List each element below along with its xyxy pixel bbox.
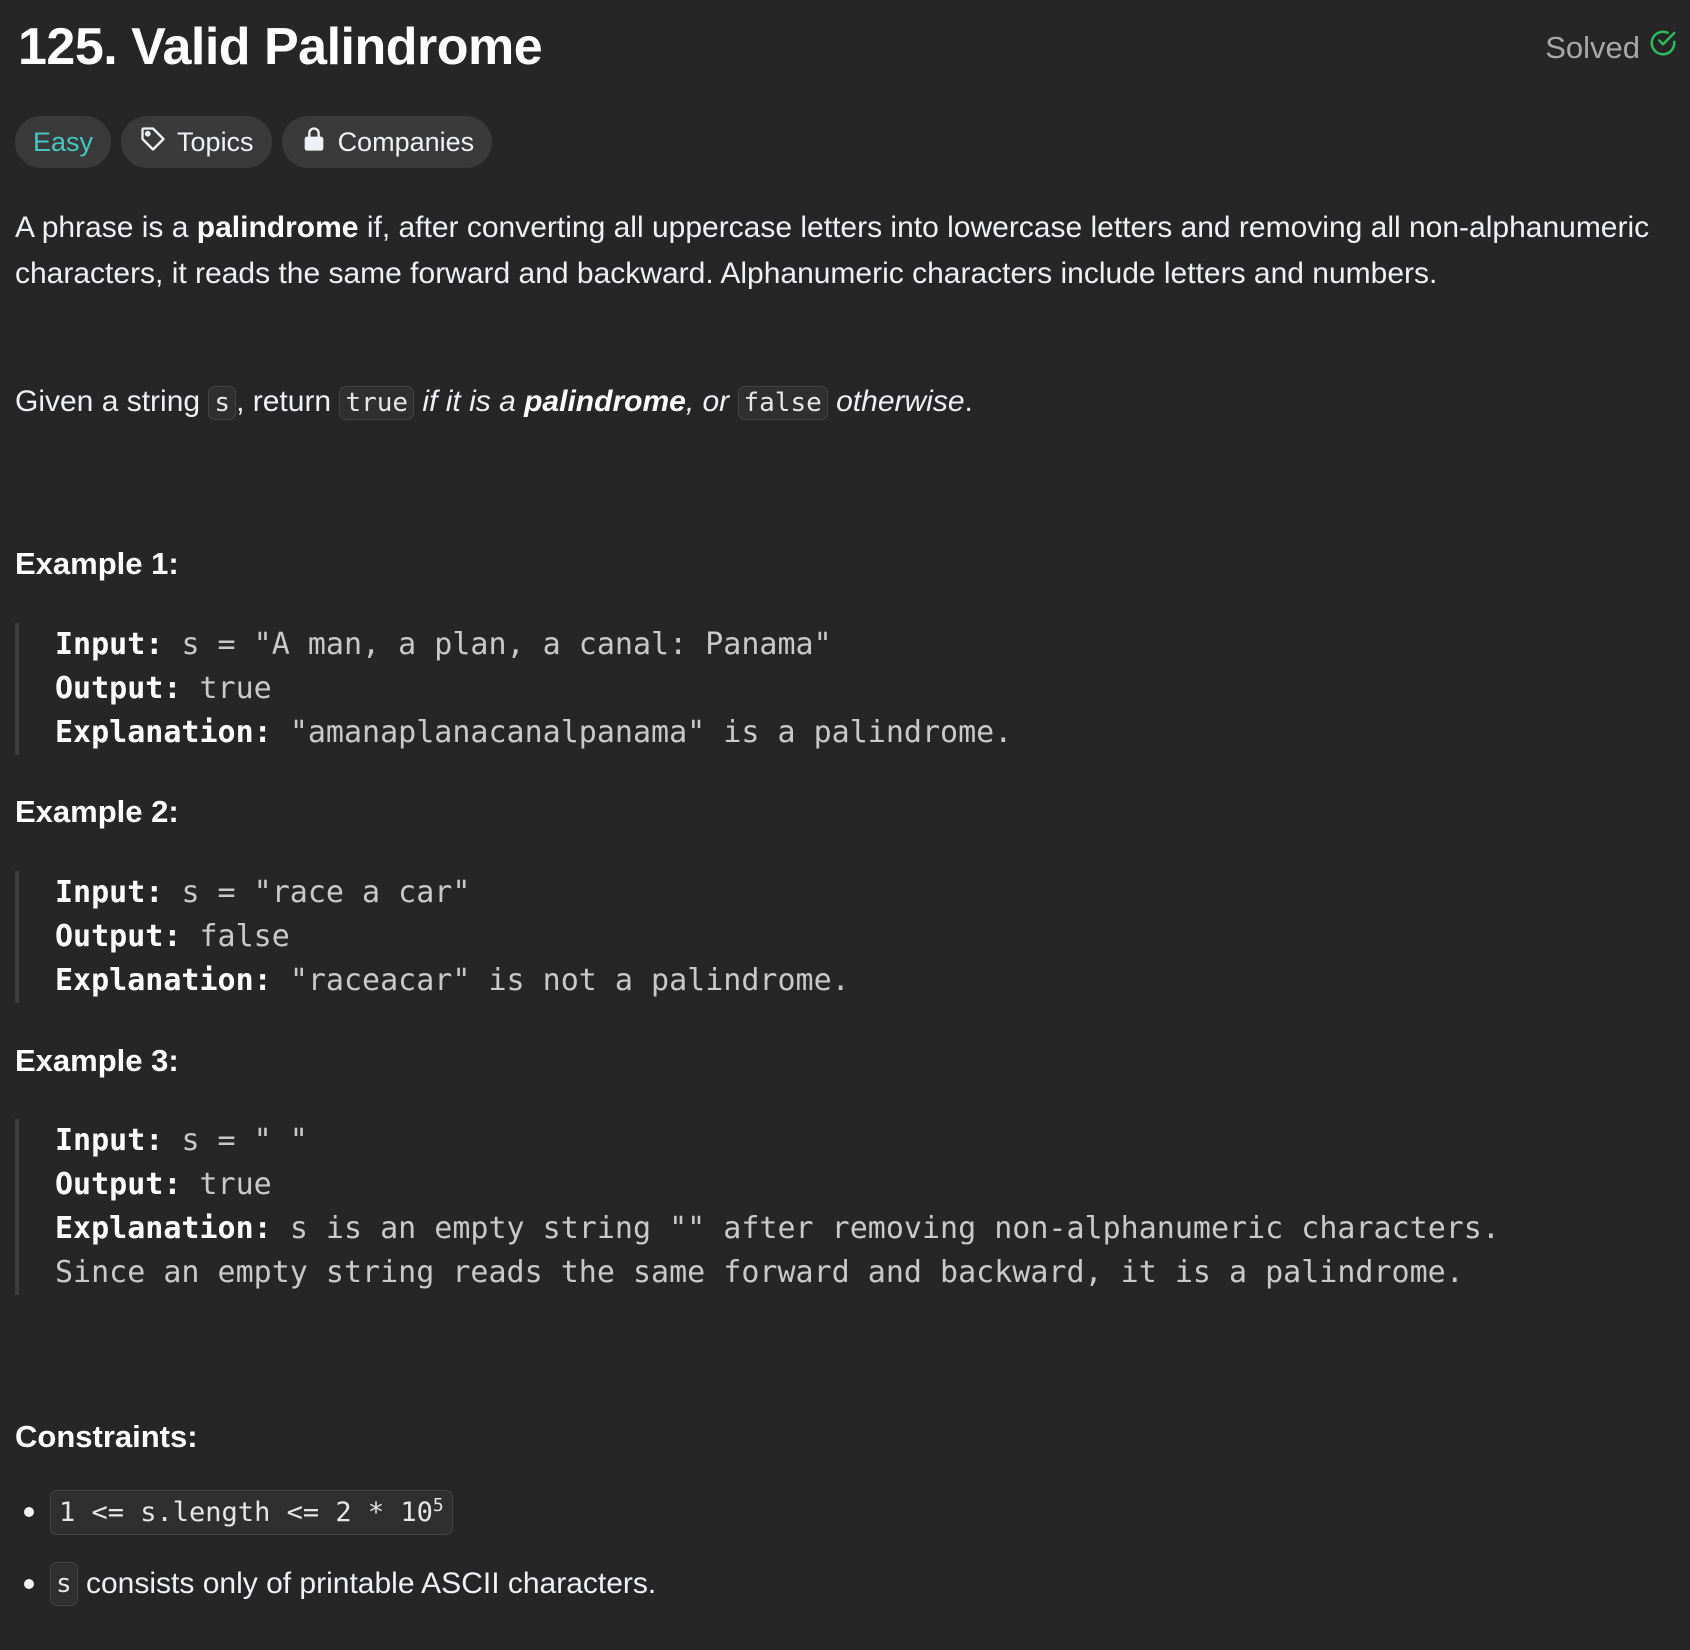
input-value: s = "race a car" — [181, 875, 471, 910]
input-value: s = " " — [181, 1123, 308, 1158]
problem-title: 125. Valid Palindrome — [18, 18, 543, 76]
explanation-value: s is an empty string "" after removing n… — [289, 1211, 1500, 1246]
lock-icon — [300, 125, 328, 160]
problem-description-panel: 125. Valid Palindrome Solved Easy Topics — [0, 0, 1690, 1650]
check-circle-icon — [1648, 28, 1678, 68]
task-italic: if it is a — [414, 385, 525, 418]
constraints-heading: Constraints: — [15, 1419, 198, 1454]
constraint-code: 1 <= s.length <= 2 * 10 — [59, 1496, 433, 1528]
input-label: Input: — [55, 1123, 164, 1158]
constraint-text: consists only of printable ASCII charact… — [77, 1567, 657, 1600]
inline-code: s — [50, 1562, 78, 1606]
desc-text: A phrase is a — [15, 211, 197, 244]
constraint-item: s consists only of printable ASCII chara… — [15, 1557, 656, 1611]
tag-icon — [139, 125, 167, 160]
explanation-value: Since an empty string reads the same for… — [55, 1255, 1464, 1290]
output-label: Output: — [55, 1167, 182, 1202]
desc-bold: palindrome — [196, 211, 359, 244]
bullet — [24, 1507, 34, 1517]
output-value: true — [199, 1167, 272, 1202]
input-value: s = "A man, a plan, a canal: Panama" — [181, 627, 832, 662]
example-heading: Example 1: — [15, 546, 179, 581]
solved-status: Solved — [1545, 28, 1678, 68]
example-heading: Example 3: — [15, 1043, 179, 1078]
explanation-value: "amanaplanacanalpanama" is a palindrome. — [289, 715, 1013, 750]
input-label: Input: — [55, 627, 164, 662]
inline-code: false — [737, 386, 828, 420]
topics-label: Topics — [177, 126, 254, 157]
explanation-value: "raceacar" is not a palindrome. — [289, 963, 850, 998]
explanation-label: Explanation: — [55, 963, 272, 998]
topics-button[interactable]: Topics — [121, 116, 272, 168]
output-value: false — [199, 919, 290, 954]
output-label: Output: — [55, 671, 182, 706]
explanation-label: Explanation: — [55, 715, 272, 750]
difficulty-badge[interactable]: Easy — [15, 116, 112, 168]
inline-code: 1 <= s.length <= 2 * 105 — [50, 1489, 453, 1535]
example-block: Input: s = " " Output: true Explanation:… — [15, 1119, 1500, 1295]
problem-tags: Easy Topics Companies — [15, 116, 493, 168]
constraints-list: 1 <= s.length <= 2 * 105 s consists only… — [15, 1485, 656, 1629]
task-text: , return — [236, 385, 340, 418]
task-bold: palindrome — [524, 385, 686, 418]
explanation-label: Explanation: — [55, 1211, 272, 1246]
task-text: Given a string — [15, 385, 209, 418]
input-label: Input: — [55, 875, 164, 910]
companies-button[interactable]: Companies — [281, 116, 493, 168]
task-text: . — [964, 385, 973, 418]
solved-label: Solved — [1545, 30, 1640, 65]
task-italic: , or — [685, 385, 738, 418]
constraint-exponent: 5 — [432, 1494, 444, 1516]
companies-label: Companies — [337, 126, 475, 157]
constraint-item: 1 <= s.length <= 2 * 105 — [15, 1485, 656, 1539]
example-block: Input: s = "race a car" Output: false Ex… — [15, 871, 850, 1003]
output-label: Output: — [55, 919, 182, 954]
inline-code: true — [339, 386, 415, 420]
task-italic: otherwise — [827, 385, 965, 418]
description-paragraph: A phrase is a palindrome if, after conve… — [15, 205, 1665, 297]
example-block: Input: s = "A man, a plan, a canal: Pana… — [15, 623, 1012, 755]
task-paragraph: Given a string s, return true if it is a… — [15, 379, 1665, 426]
bullet — [24, 1579, 34, 1589]
inline-code: s — [208, 386, 237, 420]
example-heading: Example 2: — [15, 794, 179, 829]
output-value: true — [199, 671, 272, 706]
difficulty-label: Easy — [33, 126, 94, 157]
